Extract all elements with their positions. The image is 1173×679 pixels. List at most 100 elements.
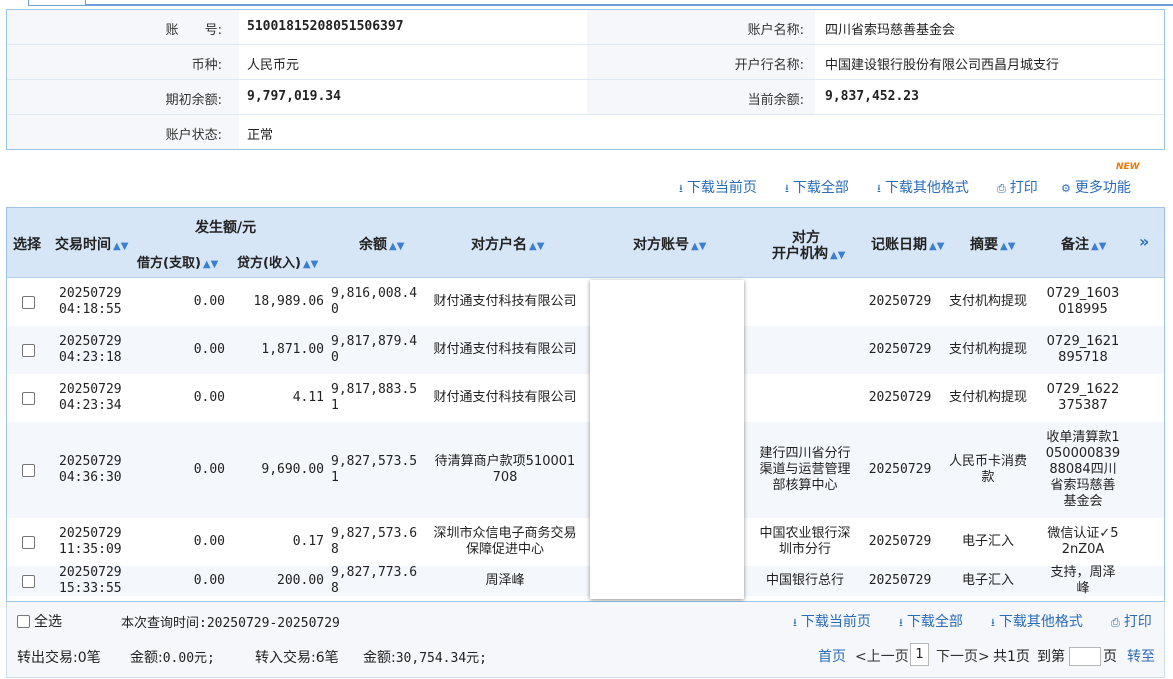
cell-counterparty-bank	[757, 326, 853, 374]
transaction-table: 选择 交易时间 ▲▼ 发生额/元 借方(支取) ▲▼ 贷方(收入) ▲▼ 余额 ▲▼ 对…	[6, 207, 1165, 602]
footer-download-other-link[interactable]: ⭳ 下载其他格式	[991, 611, 1083, 633]
cell-counterparty-bank-text: 中国银行总行	[765, 573, 844, 588]
account-status-label: 账户状态:	[165, 128, 222, 143]
account-row-3: 期初余额: 9,797,019.34 当前余额: 9,837,452.23	[7, 80, 1164, 115]
cell-remark-text: 支持，周泽峰	[1050, 565, 1116, 596]
sort-icon: ▲▼	[1091, 241, 1107, 252]
cell-balance: 9,816,008.40	[331, 278, 423, 326]
cell-balance-text: 9,816,008.40	[331, 286, 418, 317]
row-checkbox[interactable]	[21, 463, 35, 477]
bank-label: 开户行名称:	[734, 58, 804, 73]
cell-counterparty-bank-text: 建行四川省分行渠道与运营管理部核算中心	[759, 446, 851, 493]
first-page-link[interactable]: 首页	[818, 646, 846, 666]
header-time[interactable]: 交易时间 ▲▼	[55, 234, 128, 254]
cell-time-date: 20250729	[59, 565, 122, 580]
cell-counterparty-bank-text: 中国农业银行深圳市分行	[759, 526, 851, 557]
row-checkbox[interactable]	[21, 295, 35, 309]
cell-summary-text: 支付机构提现	[949, 294, 1028, 309]
cell-debit: 0.00	[147, 518, 225, 566]
header-counterparty-bank[interactable]: 开户机构 ▲▼	[772, 243, 845, 263]
cell-debit: 0.00	[147, 278, 225, 326]
cell-time: 20250729 04:23:34	[59, 374, 139, 422]
prev-page-link[interactable]: <上一页	[855, 646, 909, 666]
cell-counterparty-name-text: 财付通支付科技有限公司	[433, 294, 577, 309]
cell-summary: 支付机构提现	[949, 374, 1027, 422]
download-icon: ⭳	[793, 616, 797, 629]
header-summary[interactable]: 摘要 ▲▼	[970, 234, 1015, 254]
sort-icon: ▲▼	[389, 241, 405, 252]
cell-post-date: 20250729	[867, 278, 933, 326]
cell-credit: 18,989.06	[232, 278, 324, 326]
cell-counterparty-name: 待清算商户款项510001708	[431, 422, 579, 518]
table-row[interactable]: 20250729 11:35:09 0.00 0.17 9,827,573.68 深圳市众…	[7, 518, 1164, 566]
row-checkbox[interactable]	[21, 391, 35, 405]
table-row[interactable]: 20250729 04:23:34 0.00 4.11 9,817,883.51 财付通支…	[7, 374, 1164, 422]
table-row[interactable]: 20250729 04:36:30 0.00 9,690.00 9,827,573.51…	[7, 422, 1164, 518]
footer-download-all-link[interactable]: ⭳ 下载全部	[899, 611, 963, 633]
table-row[interactable]: 20250729 04:23:18 0.00 1,871.00 9,817,879.40…	[7, 326, 1164, 374]
cell-time-text: 20250729 04:23:18	[59, 334, 122, 366]
sort-icon: ▲▼	[202, 259, 219, 270]
select-all[interactable]: 全选	[17, 611, 62, 631]
row-checkbox[interactable]	[21, 343, 35, 357]
header-post-date[interactable]: 记账日期 ▲▼	[871, 234, 944, 254]
select-all-checkbox[interactable]	[17, 615, 30, 628]
cell-debit-text: 0.00	[193, 342, 225, 357]
row-checkbox[interactable]	[21, 535, 35, 549]
header-counterparty-name[interactable]: 对方户名 ▲▼	[471, 234, 544, 254]
table-row[interactable]: 20250729 15:33:55 0.00 200.00 9,827,773.68 周泽…	[7, 565, 1164, 596]
sort-icon: ▲▼	[830, 250, 846, 261]
cell-balance: 9,827,773.68	[331, 565, 423, 596]
cell-balance-text: 9,817,883.51	[331, 382, 418, 413]
header-debit[interactable]: 借方(支取) ▲▼	[137, 252, 218, 271]
goto-page-input[interactable]	[1069, 647, 1101, 666]
cell-time-clock: 04:23:18	[59, 350, 122, 365]
cell-select	[15, 374, 41, 422]
query-time: 本次查询时间:20250729-20250729	[121, 616, 340, 631]
download-page-link[interactable]: ⭳ 下载当前页	[679, 177, 757, 199]
currency-value: 人民币元	[247, 58, 300, 73]
header-counterparty-account[interactable]: 对方账号 ▲▼	[633, 234, 706, 254]
cell-time: 20250729 04:23:18	[59, 326, 139, 374]
total-pages: 共1页	[993, 649, 1030, 665]
download-icon: ⭳	[991, 616, 995, 629]
expand-columns-icon[interactable]: »	[1139, 232, 1149, 251]
table-row[interactable]: 20250729 04:18:55 0.00 18,989.06 9,816,008.4…	[7, 278, 1164, 326]
row-checkbox[interactable]	[21, 574, 35, 588]
cell-select	[15, 422, 41, 518]
cell-remark-text: 收单清算款105000083988084四川省索玛慈善基金会	[1045, 430, 1121, 509]
cell-debit-text: 0.00	[193, 294, 225, 309]
cell-summary: 支付机构提现	[949, 278, 1027, 326]
download-all-link[interactable]: ⭳ 下载全部	[785, 177, 849, 199]
next-page-link[interactable]: 下一页>	[936, 646, 990, 666]
print-link[interactable]: ⎙ 打印	[997, 177, 1038, 197]
header-credit[interactable]: 贷方(收入) ▲▼	[237, 252, 318, 271]
printer-icon: ⎙	[997, 182, 1006, 195]
cell-post-date-text: 20250729	[868, 534, 932, 549]
header-balance[interactable]: 余额 ▲▼	[359, 234, 404, 254]
more-functions-link[interactable]: ⚙ 更多功能	[1061, 177, 1131, 197]
header-remark[interactable]: 备注 ▲▼	[1061, 234, 1106, 254]
account-status-value: 正常	[247, 128, 274, 143]
cell-post-date: 20250729	[867, 422, 933, 518]
cell-time-text: 20250729 04:23:34	[59, 382, 122, 414]
cell-post-date-text: 20250729	[868, 294, 932, 309]
cell-time-clock: 04:23:34	[59, 398, 122, 413]
cell-balance-text: 9,827,773.68	[331, 565, 418, 596]
download-other-link[interactable]: ⭳ 下载其他格式	[877, 177, 969, 199]
footer-download-page-link[interactable]: ⭳ 下载当前页	[793, 611, 871, 633]
cell-post-date-text: 20250729	[868, 573, 932, 588]
table-header: 选择 交易时间 ▲▼ 发生额/元 借方(支取) ▲▼ 贷方(收入) ▲▼ 余额 ▲▼ 对…	[7, 208, 1164, 278]
active-tab[interactable]	[28, 0, 86, 6]
cell-summary-text: 人民币卡消费款	[949, 454, 1028, 485]
printer-icon: ⎙	[1111, 616, 1120, 629]
cell-credit: 200.00	[232, 566, 324, 596]
goto-button[interactable]: 转至	[1127, 646, 1155, 666]
cell-counterparty-name-text: 周泽峰	[485, 573, 525, 588]
page-unit-label: 页	[1103, 649, 1117, 665]
cell-counterparty-name: 财付通支付科技有限公司	[431, 278, 579, 326]
footer-print-link[interactable]: ⎙ 打印	[1111, 611, 1152, 631]
table-footer: 全选 本次查询时间:20250729-20250729 ⭳ 下载当前页 ⭳ 下载全部…	[6, 602, 1165, 678]
cell-balance-text: 9,827,573.68	[331, 526, 418, 557]
cell-debit: 0.00	[147, 326, 225, 374]
